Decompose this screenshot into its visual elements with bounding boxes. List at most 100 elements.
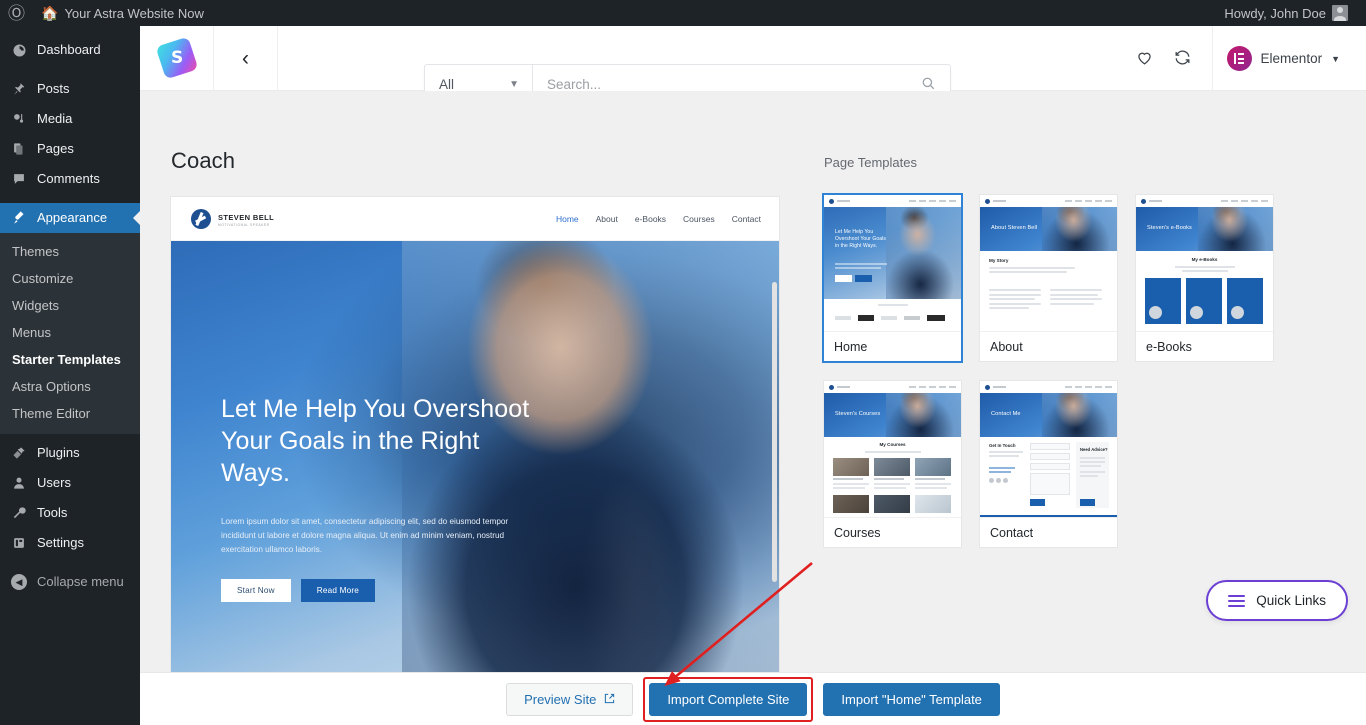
- template-thumbnail: Steven's Courses My Courses: [824, 381, 961, 517]
- sidebar-item-comments[interactable]: Comments: [0, 164, 140, 194]
- home-icon: 🏠: [41, 4, 59, 21]
- hamburger-icon: [1228, 594, 1246, 607]
- sidebar-item-label: Comments: [37, 171, 100, 186]
- sidebar-item-label: Collapse menu: [37, 574, 124, 589]
- quick-links-button[interactable]: Quick Links: [1206, 580, 1348, 621]
- template-card-courses[interactable]: Steven's Courses My Courses Courses: [824, 381, 961, 547]
- site-name-menu[interactable]: 🏠 Your Astra Website Now: [33, 0, 212, 26]
- sidebar-item-label: Users: [37, 475, 71, 490]
- sidebar-item-label: Media: [37, 111, 73, 126]
- sidebar-item-dashboard[interactable]: Dashboard: [0, 35, 140, 65]
- submenu-item-customize[interactable]: Customize: [0, 265, 140, 292]
- preview-site-button[interactable]: Preview Site: [506, 682, 634, 716]
- page-builder-selector[interactable]: Elementor ▼: [1226, 46, 1366, 71]
- search-input[interactable]: [547, 77, 921, 92]
- submenu-item-themes[interactable]: Themes: [0, 238, 140, 265]
- submenu-item-widgets[interactable]: Widgets: [0, 292, 140, 319]
- sync-icon: [1173, 48, 1192, 70]
- preview-hero: Let Me Help You Overshoot Your Goals in …: [171, 241, 779, 684]
- sidebar-item-appearance[interactable]: Appearance: [0, 203, 140, 233]
- page-builder-label: Elementor: [1260, 51, 1323, 66]
- template-label: e-Books: [1136, 331, 1273, 361]
- elementor-logo-icon: [1226, 46, 1252, 71]
- logo-letter: S: [170, 48, 183, 68]
- submenu-item-starter-templates[interactable]: Starter Templates: [0, 346, 140, 373]
- submenu-item-astra-options[interactable]: Astra Options: [0, 373, 140, 400]
- site-name-label: Your Astra Website Now: [64, 5, 204, 21]
- preview-start-now-button: Start Now: [221, 579, 291, 603]
- preview-brand-tagline: MOTIVATIONAL SPEAKER: [218, 223, 270, 228]
- template-thumbnail: About Steven Bell My Story: [980, 195, 1117, 331]
- my-account-menu[interactable]: Howdy, John Doe: [1216, 0, 1356, 26]
- dashboard-icon: [10, 43, 28, 58]
- pages-icon: [10, 142, 28, 156]
- howdy-label: Howdy, John Doe: [1224, 5, 1326, 21]
- preview-nav-about: About: [595, 213, 618, 224]
- template-card-about[interactable]: About Steven Bell My Story About: [980, 195, 1117, 361]
- submenu-item-menus[interactable]: Menus: [0, 319, 140, 346]
- preview-site-label: Preview Site: [524, 691, 597, 707]
- sidebar-item-posts[interactable]: Posts: [0, 74, 140, 104]
- wrench-icon: [10, 506, 28, 520]
- sidebar-item-label: Dashboard: [37, 42, 101, 57]
- avatar: [1332, 5, 1348, 21]
- content-area: Coach STEVEN BELL MOTIVATIONAL SPEAKER H…: [140, 91, 1366, 699]
- sidebar-item-label: Plugins: [37, 445, 80, 460]
- sidebar-item-tools[interactable]: Tools: [0, 498, 140, 528]
- sidebar-item-label: Pages: [37, 141, 74, 156]
- template-card-ebooks[interactable]: Steven's e-Books My e-Books e-Books: [1136, 195, 1273, 361]
- sidebar-item-plugins[interactable]: Plugins: [0, 438, 140, 468]
- wp-logo-menu[interactable]: Ⓞ: [0, 0, 33, 26]
- template-banner-title: Let Me Help You Overshoot Your Goals in …: [835, 229, 886, 249]
- import-home-template-button[interactable]: Import "Home" Template: [823, 682, 1000, 716]
- template-label: Contact: [980, 517, 1117, 547]
- import-complete-site-button[interactable]: Import Complete Site: [649, 682, 808, 716]
- back-button[interactable]: ‹: [214, 26, 278, 91]
- category-filter-value: All: [439, 77, 455, 92]
- sidebar-item-label: Appearance: [37, 210, 108, 225]
- topbar-divider: [1211, 26, 1213, 91]
- chevron-down-icon: ▼: [1331, 53, 1340, 64]
- preview-scrollbar[interactable]: [772, 200, 777, 680]
- preview-nav-ebooks: e-Books: [634, 213, 667, 224]
- sync-button[interactable]: [1164, 40, 1202, 78]
- wp-admin-bar: Ⓞ 🏠 Your Astra Website Now Howdy, John D…: [0, 0, 1366, 26]
- sidebar-item-label: Tools: [37, 505, 68, 520]
- template-label: Home: [824, 331, 961, 361]
- sidebar-item-pages[interactable]: Pages: [0, 134, 140, 164]
- action-bar: Preview Site Import Complete Site Import…: [140, 673, 1366, 725]
- favorites-button[interactable]: [1126, 40, 1164, 78]
- wordpress-logo-icon: Ⓞ: [8, 3, 25, 23]
- heart-icon: [1135, 48, 1154, 70]
- preview-nav: Home About e-Books Courses Contact: [556, 214, 761, 224]
- submenu-item-theme-editor[interactable]: Theme Editor: [0, 400, 140, 427]
- preview-read-more-button: Read More: [300, 579, 376, 603]
- chevron-down-icon: ▼: [509, 79, 519, 90]
- template-thumbnail: Contact Me Get In Touch Need Advice?: [980, 381, 1117, 517]
- media-icon: [10, 112, 28, 126]
- template-card-home[interactable]: Let Me Help You Overshoot Your Goals in …: [824, 195, 961, 361]
- sidebar-item-media[interactable]: Media: [0, 104, 140, 134]
- sidebar-item-label: Posts: [37, 81, 70, 96]
- plugin-icon: [10, 446, 28, 460]
- settings-icon: [10, 536, 28, 550]
- page-title: Coach: [171, 148, 236, 173]
- template-label: Courses: [824, 517, 961, 547]
- template-section-heading: My e-Books: [1191, 257, 1218, 262]
- sidebar-item-settings[interactable]: Settings: [0, 528, 140, 558]
- starter-templates-logo[interactable]: S: [140, 26, 214, 91]
- chevron-left-icon: ‹: [242, 46, 249, 70]
- site-preview[interactable]: STEVEN BELL MOTIVATIONAL SPEAKER Home Ab…: [171, 197, 779, 684]
- users-icon: [10, 476, 28, 490]
- template-banner-title: Steven's e-Books: [1147, 225, 1192, 231]
- import-complete-site-highlight: Import Complete Site: [643, 676, 814, 722]
- template-card-contact[interactable]: Contact Me Get In Touch Need Advice? Con…: [980, 381, 1117, 547]
- template-section-heading: My Courses: [879, 442, 906, 447]
- pin-icon: [10, 82, 28, 96]
- template-banner-title: Steven's Courses: [835, 411, 881, 417]
- sidebar-item-collapse-menu[interactable]: ◀ Collapse menu: [0, 567, 140, 597]
- app-topbar: S ‹ All ▼ Search... Elementor ▼: [140, 26, 1366, 105]
- sidebar-item-users[interactable]: Users: [0, 468, 140, 498]
- template-banner-title: Contact Me: [991, 411, 1021, 417]
- preview-body-text: Lorem ipsum dolor sit amet, consectetur …: [221, 517, 509, 555]
